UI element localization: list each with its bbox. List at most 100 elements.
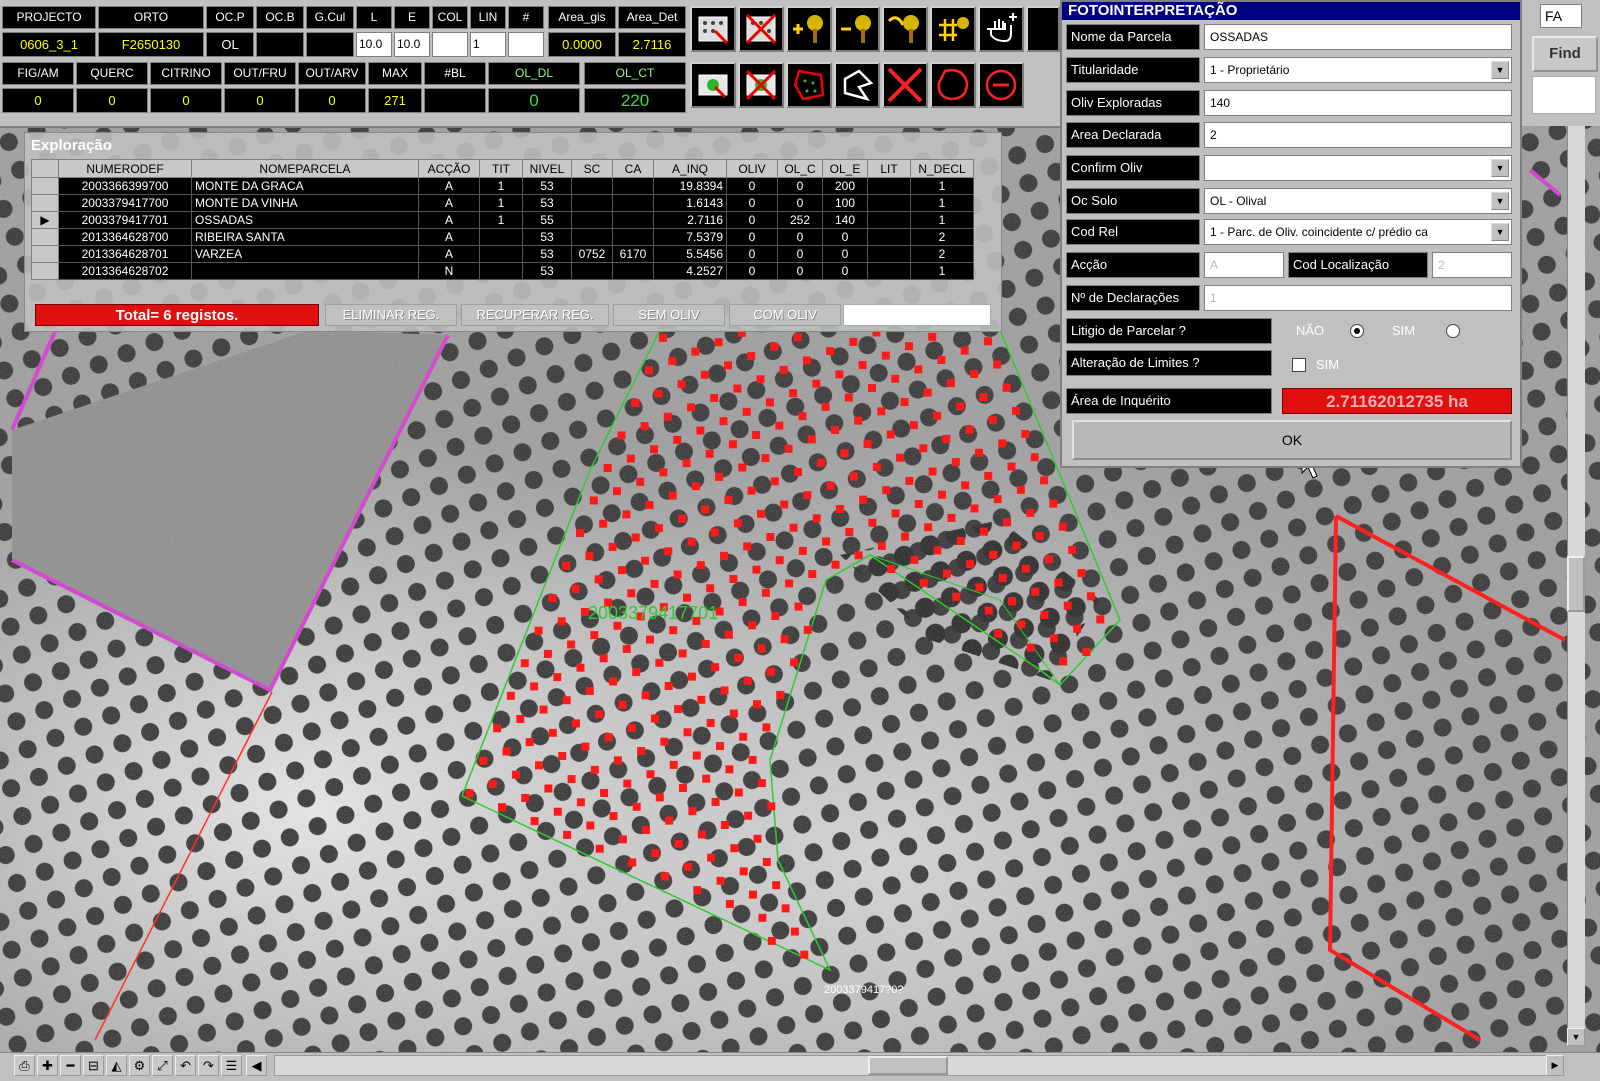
tree-marker[interactable] <box>729 709 738 718</box>
tree-marker[interactable] <box>780 635 789 644</box>
tree-marker[interactable] <box>720 821 729 829</box>
tree-marker[interactable] <box>640 422 649 431</box>
tree-marker[interactable] <box>989 550 998 559</box>
tree-marker[interactable] <box>678 514 687 523</box>
tree-marker[interactable] <box>767 802 776 811</box>
oc-solo-select[interactable]: OL - Olival ▼ <box>1204 188 1512 214</box>
tree-marker[interactable] <box>1054 578 1063 587</box>
row-selector[interactable] <box>31 194 59 212</box>
zoom-in-icon[interactable]: ✚ <box>37 1055 58 1076</box>
tree-marker[interactable] <box>891 374 900 383</box>
tree-marker[interactable] <box>761 588 770 597</box>
tree-marker[interactable] <box>772 881 781 890</box>
tree-marker[interactable] <box>844 393 853 402</box>
table-row[interactable]: ▶ 2003379417701 OSSADAS A 1 55 2.7116 0 252 140 1 <box>31 211 974 229</box>
tree-marker[interactable] <box>603 464 612 472</box>
tree-marker[interactable] <box>747 352 756 361</box>
tree-marker[interactable] <box>767 936 776 945</box>
tree-marker[interactable] <box>970 369 979 378</box>
tree-marker[interactable] <box>654 389 663 398</box>
tree-marker[interactable] <box>798 546 807 555</box>
hand-pan-button[interactable] <box>978 6 1024 52</box>
table-cell[interactable]: 53 <box>522 228 572 246</box>
table-cell[interactable] <box>571 211 613 229</box>
tree-marker[interactable] <box>979 527 988 536</box>
table-cell[interactable] <box>571 177 613 195</box>
tree-marker[interactable] <box>1021 430 1030 438</box>
tree-marker[interactable] <box>632 668 641 677</box>
tree-marker[interactable] <box>730 844 739 853</box>
delete-trees-button[interactable] <box>738 6 784 52</box>
tree-marker[interactable] <box>716 742 724 751</box>
tree-marker[interactable] <box>734 788 743 797</box>
tree-marker[interactable] <box>835 505 844 513</box>
eliminar-reg-button[interactable]: ELIMINAR REG. <box>325 304 457 326</box>
tree-marker[interactable] <box>743 677 752 685</box>
tree-marker[interactable] <box>655 793 664 802</box>
table-cell[interactable]: 2003379417700 <box>58 194 192 212</box>
tree-marker[interactable] <box>557 617 566 626</box>
table-cell[interactable]: 0 <box>726 211 778 229</box>
tree-marker[interactable] <box>641 556 650 565</box>
tree-marker[interactable] <box>1002 383 1011 392</box>
col-input[interactable] <box>432 32 468 57</box>
tree-marker[interactable] <box>849 337 858 346</box>
tree-marker[interactable] <box>692 751 701 760</box>
tree-marker[interactable] <box>1012 406 1020 415</box>
tree-marker[interactable] <box>937 356 946 364</box>
tree-marker[interactable] <box>658 333 667 342</box>
tree-marker[interactable] <box>983 337 992 346</box>
tree-marker[interactable] <box>951 458 960 467</box>
column-header[interactable]: OL_C <box>777 159 823 178</box>
table-cell[interactable] <box>867 245 911 263</box>
tree-marker[interactable] <box>775 421 784 430</box>
tree-marker[interactable] <box>567 775 576 784</box>
tree-marker[interactable] <box>678 649 687 658</box>
tree-marker[interactable] <box>663 412 672 421</box>
tree-marker[interactable] <box>599 519 608 528</box>
tree-marker[interactable] <box>753 834 762 843</box>
tree-marker[interactable] <box>520 659 529 668</box>
row-selector[interactable] <box>31 245 59 263</box>
table-cell[interactable] <box>571 194 613 212</box>
tree-marker[interactable] <box>631 398 640 407</box>
table-cell[interactable]: 0752 <box>571 245 613 263</box>
column-header[interactable]: NUMERODEF <box>58 159 192 178</box>
tree-marker[interactable] <box>669 626 678 635</box>
table-cell[interactable]: 0 <box>777 245 823 263</box>
tree-marker[interactable] <box>719 417 728 426</box>
tree-marker[interactable] <box>868 518 877 527</box>
tree-marker[interactable] <box>711 663 720 672</box>
table-cell[interactable] <box>479 262 523 280</box>
tree-marker[interactable] <box>1096 615 1105 624</box>
tree-marker[interactable] <box>757 509 765 518</box>
tree-marker[interactable] <box>952 592 961 601</box>
tree-marker[interactable] <box>956 402 965 411</box>
tree-marker[interactable] <box>914 365 923 374</box>
add-tree-button[interactable] <box>786 6 832 52</box>
tree-marker[interactable] <box>765 398 774 407</box>
tree-marker[interactable] <box>669 760 678 769</box>
table-cell[interactable] <box>867 262 911 280</box>
com-oliv-button[interactable]: COM OLIV <box>729 304 841 326</box>
more-tools-button[interactable] <box>1026 6 1060 52</box>
settings-icon[interactable]: ⚙ <box>129 1055 150 1076</box>
tree-marker[interactable] <box>775 556 784 565</box>
tree-marker[interactable] <box>998 574 1007 582</box>
tree-marker[interactable] <box>642 826 650 834</box>
tree-marker[interactable] <box>677 380 686 389</box>
tree-marker[interactable] <box>938 490 946 499</box>
vertical-scrollbar-thumb[interactable] <box>1567 556 1585 612</box>
tree-marker[interactable] <box>585 552 594 561</box>
tree-marker[interactable] <box>744 811 753 820</box>
tree-marker[interactable] <box>702 774 711 783</box>
tree-marker[interactable] <box>506 691 515 700</box>
tree-marker[interactable] <box>688 807 697 816</box>
tree-marker[interactable] <box>660 737 669 746</box>
tree-marker[interactable] <box>1016 485 1025 494</box>
tree-marker[interactable] <box>807 435 816 444</box>
tree-marker[interactable] <box>1008 597 1016 606</box>
tree-marker[interactable] <box>576 663 585 672</box>
tree-marker[interactable] <box>714 338 723 347</box>
tree-marker[interactable] <box>697 830 706 839</box>
